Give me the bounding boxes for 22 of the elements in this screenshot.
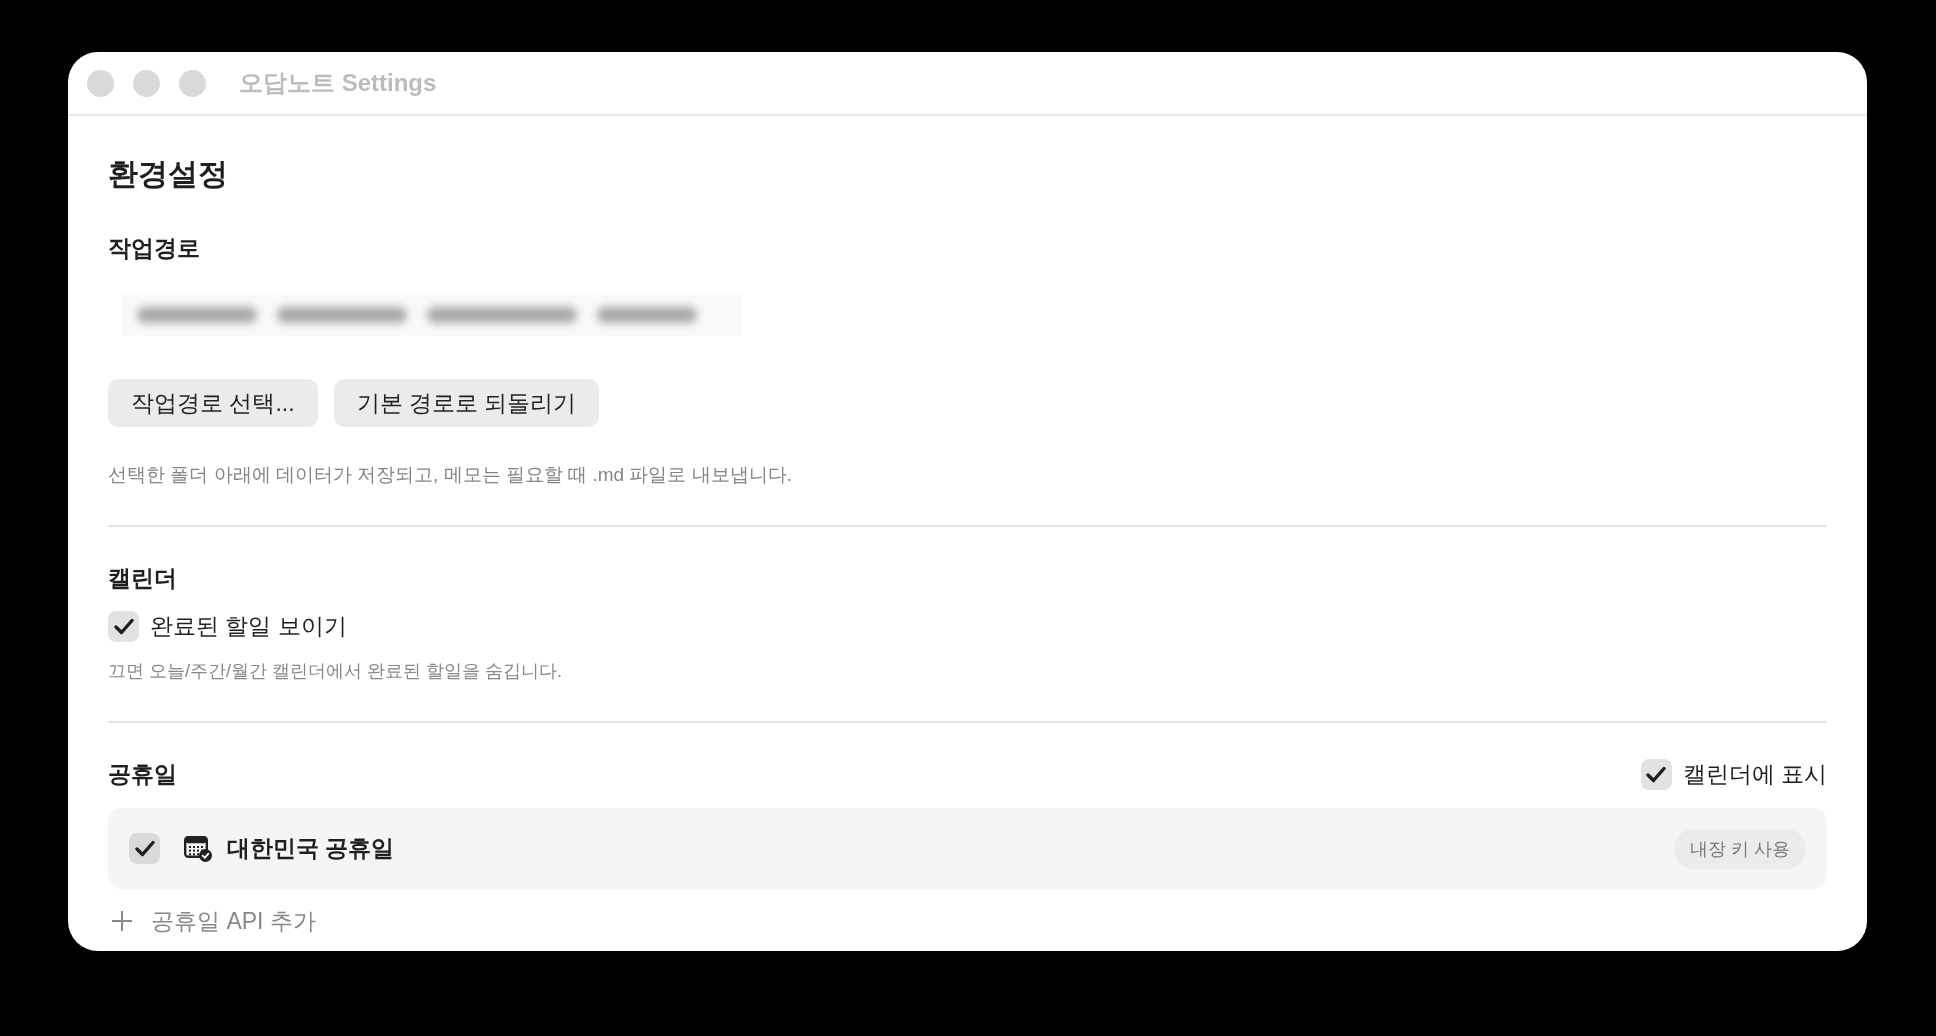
window-title: 오답노트 Settings (239, 68, 437, 98)
checkmark-icon (113, 617, 134, 635)
checkmark-icon (1646, 765, 1667, 783)
checkbox-label[interactable]: 완료된 할일 보이기 (150, 610, 347, 642)
checkbox[interactable] (129, 833, 160, 864)
checkmark-icon (134, 840, 155, 857)
plus-icon (111, 910, 133, 932)
section-heading: 공휴일 (108, 760, 177, 789)
checkbox[interactable] (108, 610, 139, 642)
section-heading: 작업경로 (108, 234, 200, 263)
hint-text: 끄면 오늘/주간/월간 캘린더에서 완료된 할일을 숨깁니다. (108, 660, 562, 683)
add-api-button[interactable]: 공휴일 API 추가 (108, 906, 316, 936)
path-button[interactable]: 기본 경로로 되돌리기 (333, 379, 600, 427)
path-button[interactable]: 작업경로 선택... (108, 379, 318, 427)
section-heading: 캘린더 (108, 564, 177, 593)
key-usage-tag: 내장 키 사용 (1674, 828, 1806, 869)
page-title: 환경설정 (108, 156, 228, 192)
description-text: 선택한 폴더 아래에 데이터가 저장되고, 메모는 필요할 때 .md 파일로 내보냅니다. (108, 463, 793, 487)
calendar-check-icon (184, 835, 212, 862)
checkbox[interactable] (1640, 758, 1672, 790)
source-name: 대한민국 공휴일 (227, 834, 395, 863)
checkbox-label[interactable]: 캘린더에 표시 (1682, 758, 1827, 790)
